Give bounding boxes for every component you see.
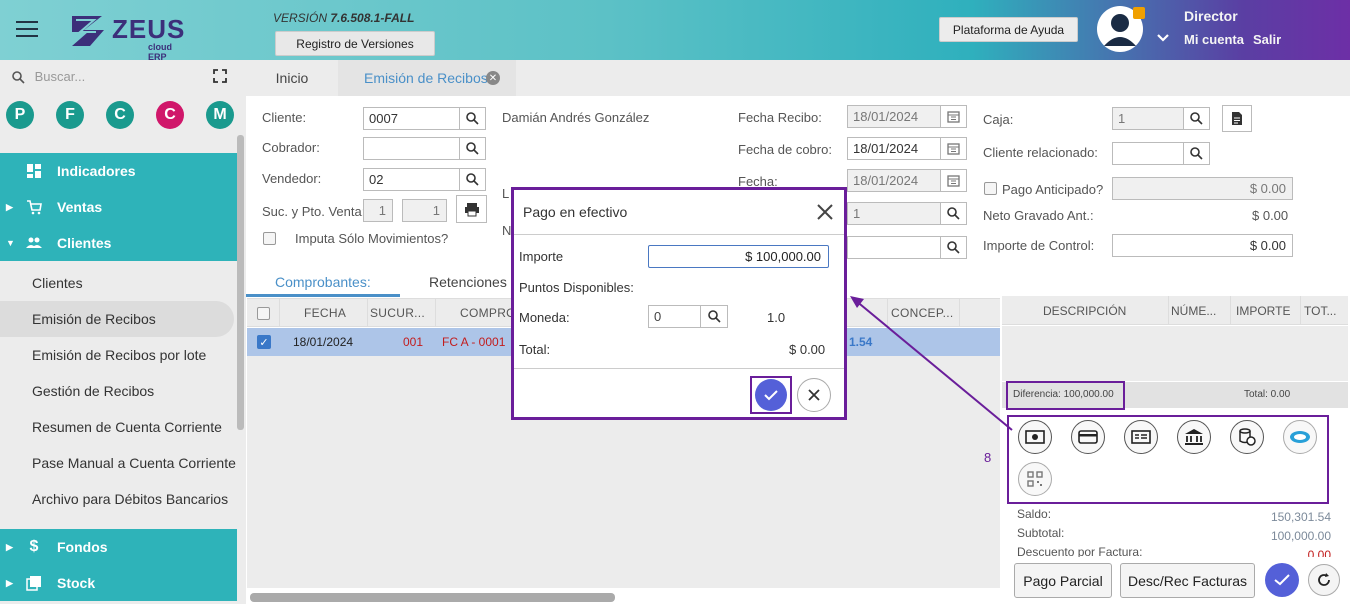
moneda-input[interactable]: 0 <box>648 305 701 328</box>
importe-input[interactable]: $ 100,000.00 <box>648 245 829 268</box>
moneda-search-button[interactable] <box>700 305 728 328</box>
dialog-cancel-button[interactable] <box>797 378 831 412</box>
check-icon <box>764 389 778 400</box>
cotizacion-value: 1.0 <box>767 310 786 325</box>
total-label: Total: <box>519 342 551 357</box>
search-icon <box>707 310 721 323</box>
dialog-divider <box>514 368 844 369</box>
close-icon[interactable] <box>816 203 834 221</box>
annotation-step-8: 8 <box>984 450 992 465</box>
dialog-title: Pago en efectivo <box>523 204 628 220</box>
total-value: $ 0.00 <box>789 342 826 357</box>
dialog-confirm-button[interactable] <box>750 376 792 414</box>
close-icon <box>808 389 820 401</box>
puntos-disponibles-label: Puntos Disponibles: <box>519 280 634 295</box>
importe-label: Importe <box>519 249 564 264</box>
dialog-divider <box>514 234 844 235</box>
check-circle <box>755 379 787 411</box>
pago-efectivo-dialog: Pago en efectivo Importe $ 100,000.00 Pu… <box>511 187 847 420</box>
moneda-label: Moneda: <box>519 310 570 325</box>
